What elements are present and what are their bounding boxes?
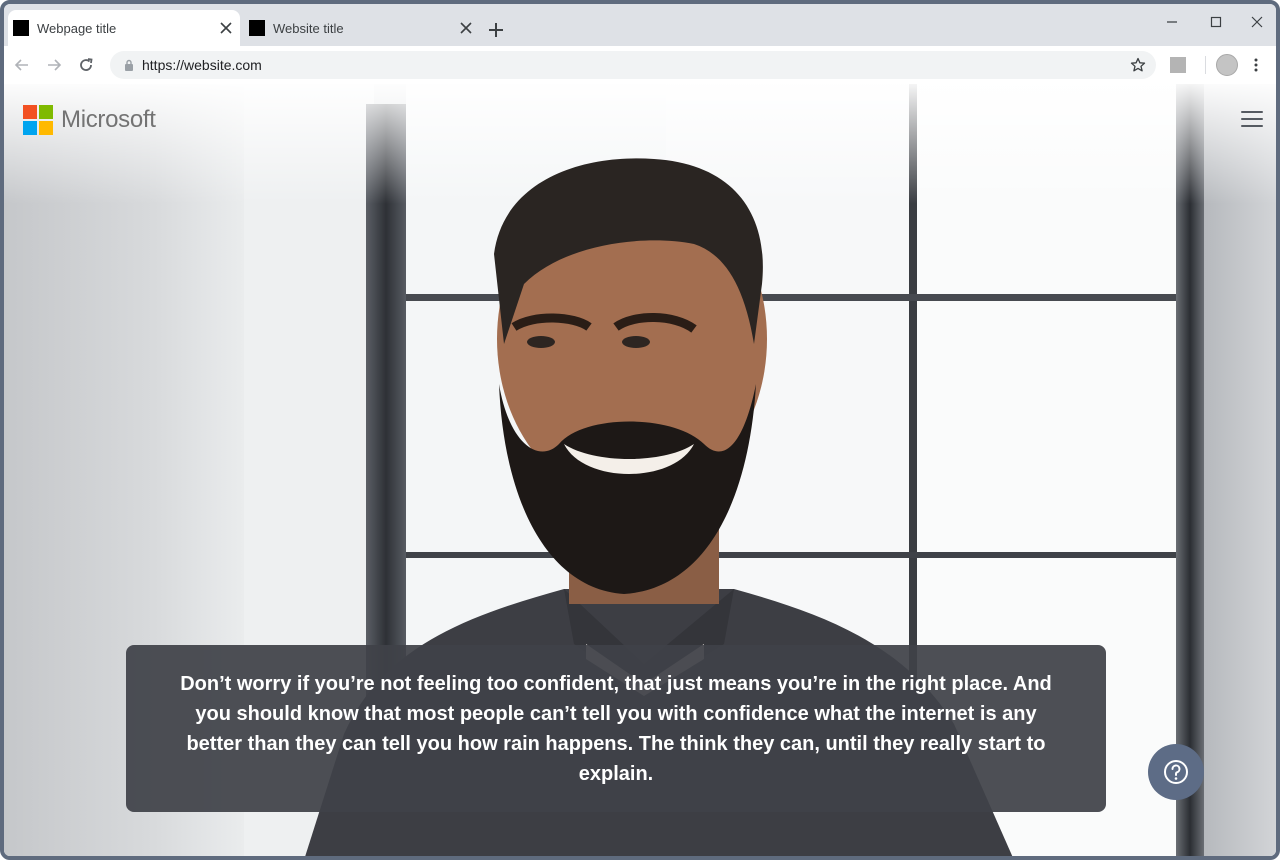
tab-strip: Webpage title Website title bbox=[4, 4, 1276, 46]
help-button[interactable] bbox=[1148, 744, 1204, 800]
close-tab-icon[interactable] bbox=[456, 18, 476, 38]
video-caption-box: Don’t worry if you’re not feeling too co… bbox=[126, 645, 1106, 812]
caption-text: Don’t worry if you’re not feeling too co… bbox=[180, 672, 1052, 785]
maximize-icon bbox=[1210, 16, 1222, 28]
profile-avatar[interactable] bbox=[1216, 54, 1238, 76]
arrow-right-icon bbox=[48, 59, 62, 71]
maximize-button[interactable] bbox=[1204, 10, 1228, 34]
minimize-button[interactable] bbox=[1160, 10, 1184, 34]
brand-name: Microsoft bbox=[61, 106, 156, 133]
menu-bar bbox=[1241, 125, 1263, 127]
plus-icon bbox=[489, 23, 503, 37]
hamburger-menu-icon[interactable] bbox=[1241, 110, 1263, 128]
forward-button[interactable] bbox=[42, 53, 66, 77]
logo-square-yellow bbox=[39, 121, 53, 135]
browser-window: Webpage title Website title https://webs… bbox=[0, 0, 1280, 860]
bookmark-star-icon[interactable] bbox=[1130, 57, 1146, 73]
browser-toolbar: https://website.com bbox=[4, 46, 1276, 84]
favicon-icon bbox=[249, 20, 265, 36]
favicon-icon bbox=[13, 20, 29, 36]
arrow-left-icon bbox=[14, 59, 28, 71]
lock-icon bbox=[124, 59, 134, 71]
tab-title: Webpage title bbox=[37, 20, 117, 36]
tab-webpage[interactable]: Webpage title bbox=[8, 10, 240, 46]
reload-button[interactable] bbox=[74, 53, 98, 77]
reload-icon bbox=[80, 58, 93, 71]
question-circle-icon bbox=[1164, 760, 1188, 784]
url-text: https://website.com bbox=[142, 57, 262, 73]
page-content: Microsoft Don’t worry if you’re not feel… bbox=[4, 84, 1276, 856]
extension-icon[interactable] bbox=[1170, 57, 1186, 73]
close-icon bbox=[1251, 16, 1263, 28]
microsoft-logo[interactable]: Microsoft bbox=[23, 105, 156, 135]
menu-bar bbox=[1241, 111, 1263, 113]
close-window-button[interactable] bbox=[1245, 10, 1269, 34]
minimize-icon bbox=[1167, 21, 1177, 23]
logo-square-green bbox=[39, 105, 53, 119]
back-button[interactable] bbox=[10, 53, 34, 77]
tab-website[interactable]: Website title bbox=[244, 10, 480, 46]
address-bar[interactable]: https://website.com bbox=[110, 51, 1156, 79]
logo-square-red bbox=[23, 105, 37, 119]
menu-bar bbox=[1241, 118, 1263, 120]
tab-title: Website title bbox=[273, 20, 344, 36]
logo-square-blue bbox=[23, 121, 37, 135]
new-tab-button[interactable] bbox=[484, 18, 508, 42]
toolbar-divider bbox=[1205, 56, 1206, 74]
close-tab-icon[interactable] bbox=[216, 18, 236, 38]
more-vert-icon bbox=[1254, 58, 1258, 72]
browser-menu-button[interactable] bbox=[1246, 54, 1266, 76]
microsoft-grid-icon bbox=[23, 105, 53, 135]
